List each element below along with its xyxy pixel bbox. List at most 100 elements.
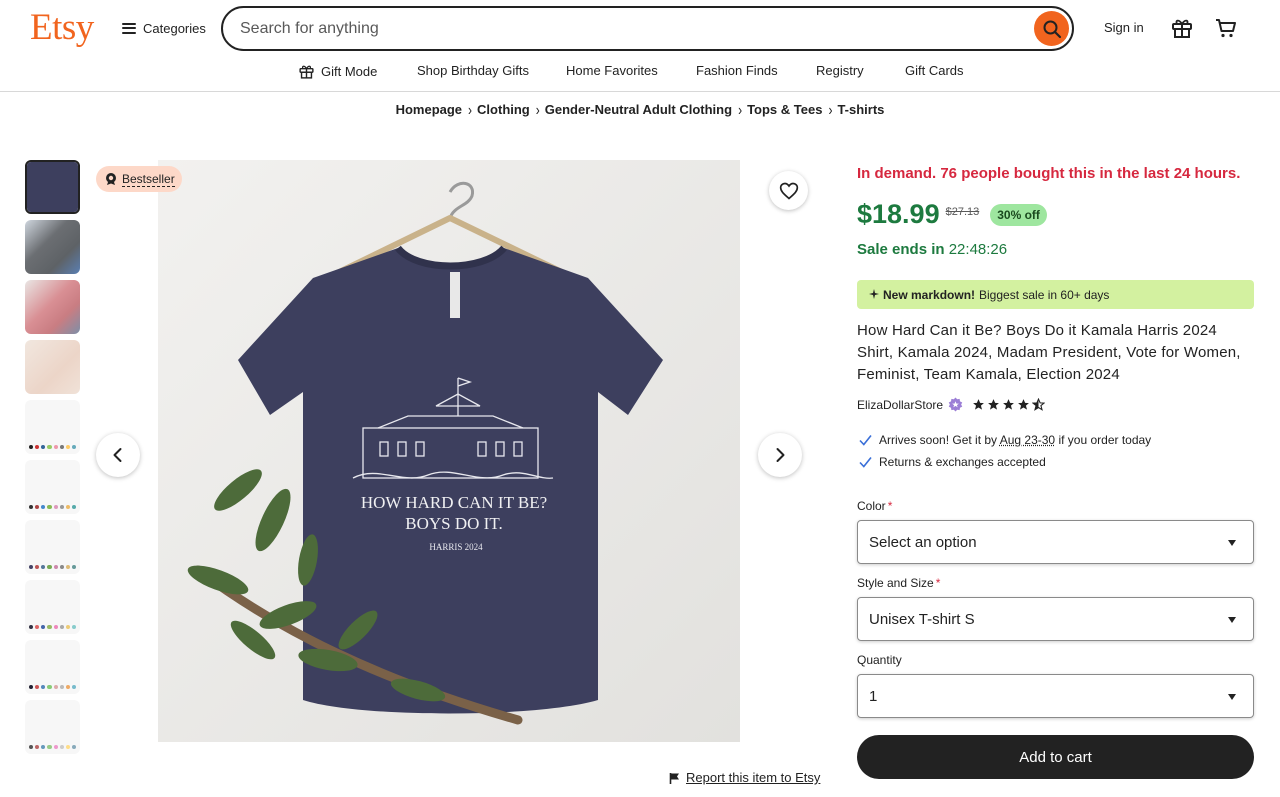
thumbnail-9[interactable] [25, 640, 80, 694]
chevron-right-icon: › [738, 100, 743, 119]
previous-image-button[interactable] [96, 433, 140, 477]
cart-icon[interactable] [1214, 16, 1238, 45]
shop-name-link[interactable]: ElizaDollarStore [857, 398, 943, 412]
nav-fashion-finds[interactable]: Fashion Finds [696, 63, 778, 78]
shop-info: ElizaDollarStore [857, 397, 1046, 412]
nav-shop-birthday-gifts[interactable]: Shop Birthday Gifts [417, 63, 529, 78]
favorite-button[interactable] [769, 171, 808, 210]
thumbnail-5[interactable] [25, 400, 80, 454]
returns-label: Returns & exchanges accepted [879, 455, 1046, 469]
thumbnail-3[interactable] [25, 280, 80, 334]
bestseller-badge[interactable]: Bestseller [96, 166, 182, 192]
breadcrumb: Homepage › Clothing › Gender-Neutral Adu… [0, 100, 1280, 119]
half-star-icon [1032, 398, 1046, 411]
site-header: Etsy Categories Sign in [0, 0, 1280, 56]
arrives-post: if you order today [1058, 433, 1152, 447]
search-icon [1043, 20, 1061, 38]
categories-button[interactable]: Categories [122, 18, 206, 38]
sale-countdown: Sale ends in 22:48:26 [857, 241, 1007, 258]
nav-gift-mode-label: Gift Mode [321, 64, 378, 79]
sparkle-icon [869, 289, 879, 299]
search-button[interactable] [1034, 11, 1069, 46]
shirt-print-line1: HOW HARD CAN IT BE? [361, 493, 547, 512]
demand-notice: In demand. 76 people bought this in the … [857, 165, 1241, 182]
next-image-button[interactable] [758, 433, 802, 477]
style-size-select[interactable]: Unisex T-shirt S [857, 597, 1254, 641]
color-select[interactable]: Select an option [857, 520, 1254, 564]
nav-gift-cards[interactable]: Gift Cards [905, 63, 964, 78]
original-price: $27.13 [945, 205, 980, 218]
check-icon [859, 457, 872, 468]
chevron-right-icon [776, 448, 785, 462]
thumbnail-list [25, 160, 80, 760]
star-icon [1003, 399, 1014, 410]
etsy-logo[interactable]: Etsy [30, 6, 94, 50]
breadcrumb-gender-neutral[interactable]: Gender-Neutral Adult Clothing [545, 102, 732, 117]
sale-price: $18.99 [857, 199, 940, 229]
breadcrumb-t-shirts[interactable]: T-shirts [837, 102, 884, 117]
nav-home-favorites[interactable]: Home Favorites [566, 63, 658, 78]
report-item-link[interactable]: Report this item to Etsy [669, 770, 820, 785]
price-row: $18.99 $27.13 30% off [857, 199, 1047, 230]
flag-icon [669, 772, 679, 784]
gift-icon[interactable] [1170, 16, 1194, 45]
delivery-estimate: Arrives soon! Get it by Aug 23-30 if you… [859, 433, 1151, 447]
caret-down-icon [1228, 694, 1236, 700]
chevron-right-icon: › [468, 100, 473, 119]
menu-icon [122, 22, 136, 34]
caret-down-icon [1228, 617, 1236, 623]
star-seller-icon [948, 397, 963, 412]
categories-label: Categories [143, 20, 206, 36]
shirt-print-line2: BOYS DO IT. [405, 514, 502, 533]
style-size-label: Style and Size * [857, 576, 941, 590]
quantity-select[interactable]: 1 [857, 674, 1254, 718]
breadcrumb-tops-tees[interactable]: Tops & Tees [747, 102, 822, 117]
returns-policy: Returns & exchanges accepted [859, 455, 1046, 469]
markdown-text: Biggest sale in 60+ days [979, 287, 1110, 302]
search-bar [221, 6, 1074, 51]
chevron-right-icon: › [828, 100, 833, 119]
gift-mode-icon [299, 65, 314, 79]
arrives-date[interactable]: Aug 23-30 [1000, 433, 1055, 447]
rating-stars[interactable] [972, 398, 1046, 411]
thumbnail-6[interactable] [25, 460, 80, 514]
bestseller-label: Bestseller [122, 171, 175, 187]
star-icon [973, 399, 984, 410]
breadcrumb-homepage[interactable]: Homepage [396, 102, 462, 117]
star-icon [1018, 399, 1029, 410]
caret-down-icon [1228, 540, 1236, 546]
sign-in-link[interactable]: Sign in [1104, 20, 1144, 35]
thumbnail-4[interactable] [25, 340, 80, 394]
check-icon [859, 435, 872, 446]
category-nav: Gift Mode Shop Birthday Gifts Home Favor… [0, 56, 1280, 92]
nav-gift-mode[interactable]: Gift Mode [298, 63, 377, 80]
nav-registry[interactable]: Registry [816, 63, 864, 78]
thumbnail-1[interactable] [25, 160, 80, 214]
star-icon [988, 399, 999, 410]
tshirt-illustration: HOW HARD CAN IT BE? BOYS DO IT. HARRIS 2… [158, 160, 740, 742]
search-input[interactable] [240, 16, 1020, 42]
sale-ends-label: Sale ends in [857, 241, 945, 258]
thumbnail-8[interactable] [25, 580, 80, 634]
product-title: How Hard Can it Be? Boys Do it Kamala Ha… [857, 322, 1241, 383]
shirt-print-line3: HARRIS 2024 [429, 542, 483, 552]
thumbnail-10[interactable] [25, 700, 80, 754]
chevron-left-icon [113, 448, 122, 462]
quantity-select-value: 1 [869, 687, 878, 705]
thumbnail-7[interactable] [25, 520, 80, 574]
product-image: HOW HARD CAN IT BE? BOYS DO IT. HARRIS 2… [158, 160, 740, 742]
award-icon [106, 173, 116, 185]
color-select-value: Select an option [869, 533, 977, 551]
chevron-right-icon: › [535, 100, 540, 119]
breadcrumb-clothing[interactable]: Clothing [477, 102, 530, 117]
heart-icon [779, 182, 798, 200]
discount-badge: 30% off [990, 203, 1047, 226]
add-to-cart-button[interactable]: Add to cart [857, 735, 1254, 779]
markdown-bold: New markdown! [883, 287, 976, 302]
style-size-select-value: Unisex T-shirt S [869, 610, 975, 628]
quantity-label: Quantity [857, 653, 902, 667]
color-label: Color * [857, 499, 893, 513]
arrives-pre: Arrives soon! Get it by [879, 433, 998, 447]
report-label: Report this item to Etsy [686, 770, 821, 785]
thumbnail-2[interactable] [25, 220, 80, 274]
